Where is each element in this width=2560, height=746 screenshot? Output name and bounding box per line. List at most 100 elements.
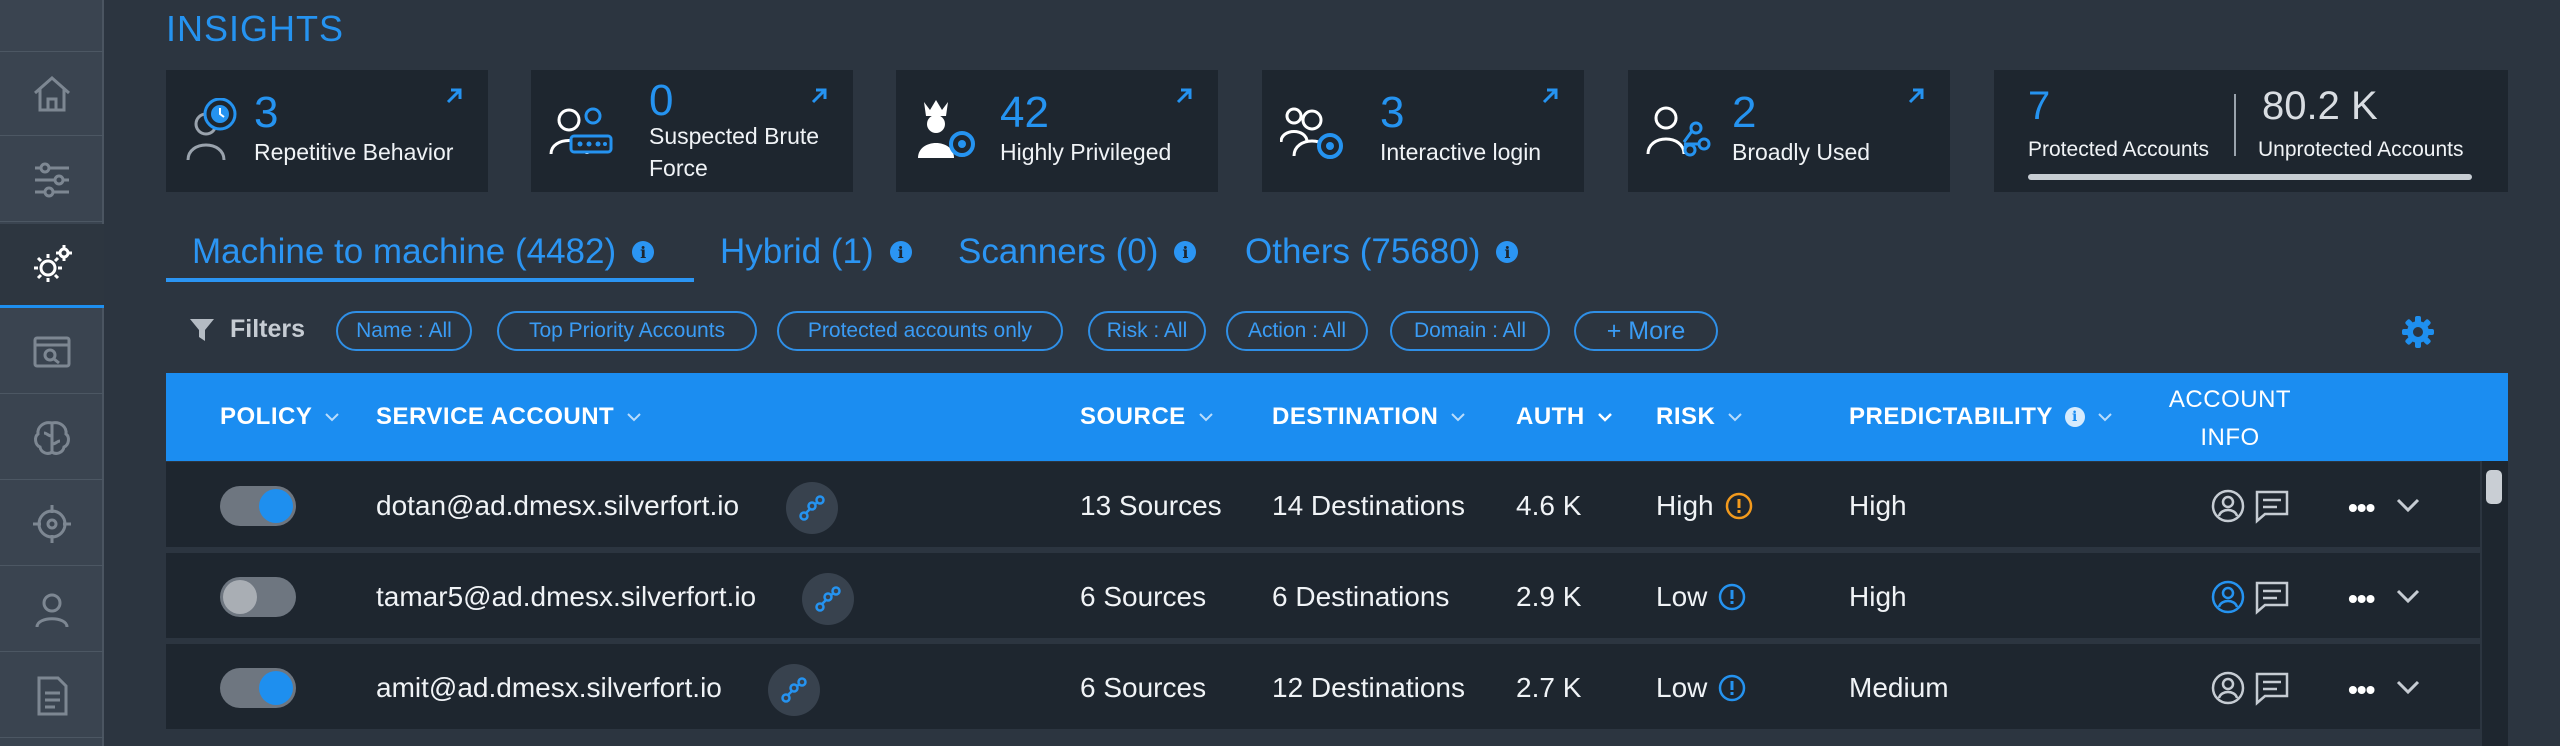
header-auth-label: AUTH [1516,403,1585,430]
privileged-user-icon [918,100,975,158]
tab-others[interactable]: Others (75680) i [1245,232,1519,272]
insight-value: 3 [1380,88,1405,137]
more-options-icon[interactable]: ••• [2348,674,2375,706]
info-icon[interactable]: i [1174,241,1197,263]
user-profile-icon[interactable] [2210,670,2246,706]
filters-text: Filters [230,315,306,343]
header-destination[interactable]: DESTINATION [1272,403,1466,431]
table-header: POLICY SERVICE ACCOUNT SOURCE DESTINATIO… [166,373,2508,461]
auth-count: 4.6 K [1516,490,1582,521]
filter-chip-action[interactable]: Action : All [1226,311,1368,351]
service-account-name[interactable]: tamar5@ad.dmesx.silverfort.io [376,553,756,641]
destination-count[interactable]: 14 Destinations [1272,462,1465,550]
table-row[interactable]: dotan@ad.dmesx.silverfort.io 13 Sources … [166,462,2480,550]
protection-summary-card: 7 Protected Accounts 80.2 K Unprotected … [1994,70,2508,192]
chevron-down-icon [1597,413,1612,422]
chevron-down-icon[interactable] [2394,678,2422,698]
broadly-used-user-icon [1646,106,1711,157]
predictability-level: High [1849,490,1907,521]
risk-level: High [1656,490,1714,521]
active-tab-underline [166,278,694,282]
interactive-users-icon [1280,107,1343,159]
protection-progress-bar [2028,174,2472,180]
destination-count[interactable]: 6 Destinations [1272,553,1449,641]
tab-hybrid[interactable]: Hybrid (1) i [720,232,912,272]
destination-count[interactable]: 12 Destinations [1272,644,1465,732]
info-icon[interactable]: i [889,241,912,263]
expand-arrow-icon[interactable] [807,84,831,108]
header-predictability[interactable]: PREDICTABILITY i [1849,403,2113,431]
more-options-icon[interactable]: ••• [2348,492,2375,524]
table-row[interactable]: tamar5@ad.dmesx.silverfort.io 6 Sources … [166,553,2480,641]
tab-label: Machine to machine (4482) [192,232,617,271]
comment-icon[interactable] [2254,488,2290,524]
tab-label: Hybrid (1) [720,232,874,271]
header-destination-label: DESTINATION [1272,403,1439,430]
sidebar-item-top[interactable] [0,0,104,52]
auth-count: 2.9 K [1516,581,1582,612]
sidebar-item-settings-sliders[interactable] [0,138,104,222]
chevron-down-icon [1198,413,1213,422]
chevron-down-icon[interactable] [2394,587,2422,607]
sidebar-item-users[interactable] [0,568,104,652]
expand-arrow-icon[interactable] [1904,84,1928,108]
comment-icon[interactable] [2254,670,2290,706]
sidebar-item-home[interactable] [0,52,104,136]
user-profile-icon[interactable] [2210,579,2246,615]
filter-more-button[interactable]: + More [1574,311,1718,351]
risk-high-alert-icon[interactable] [1724,491,1754,521]
tab-scanners[interactable]: Scanners (0) i [958,232,1197,272]
source-count[interactable]: 6 Sources [1080,644,1206,732]
service-account-name[interactable]: dotan@ad.dmesx.silverfort.io [376,462,739,550]
insight-card-highly-privileged[interactable]: 42 Highly Privileged [896,70,1218,192]
more-options-icon[interactable]: ••• [2348,583,2375,615]
insight-label: Repetitive Behavior [254,139,454,165]
header-auth[interactable]: AUTH [1516,403,1613,431]
graph-button[interactable] [802,573,854,625]
risk-low-info-icon[interactable] [1717,673,1747,703]
policy-toggle[interactable] [220,486,296,526]
sidebar-item-browse[interactable] [0,310,104,394]
insight-card-brute-force[interactable]: 0 Suspected Brute Force [531,70,853,192]
graph-button[interactable] [786,482,838,534]
filter-chip-top-priority[interactable]: Top Priority Accounts [497,311,757,351]
risk-low-info-icon[interactable] [1717,582,1747,612]
policy-toggle[interactable] [220,668,296,708]
insight-card-interactive-login[interactable]: 3 Interactive login [1262,70,1584,192]
card-divider [2234,94,2236,156]
policy-toggle[interactable] [220,577,296,617]
info-icon[interactable]: i [2064,407,2085,427]
sidebar-item-service-accounts[interactable] [0,224,104,308]
info-icon[interactable]: i [632,241,655,263]
comment-icon[interactable] [2254,579,2290,615]
insight-card-repetitive-behavior[interactable]: 3 Repetitive Behavior [166,70,488,192]
settings-gear-icon[interactable] [2400,314,2436,350]
sidebar-item-brain[interactable] [0,396,104,480]
chevron-down-icon[interactable] [2394,496,2422,516]
table-row[interactable]: amit@ad.dmesx.silverfort.io 6 Sources 12… [166,644,2480,732]
service-account-name[interactable]: amit@ad.dmesx.silverfort.io [376,644,722,732]
user-profile-icon[interactable] [2210,488,2246,524]
source-count[interactable]: 13 Sources [1080,462,1222,550]
graph-button[interactable] [768,664,820,716]
header-risk[interactable]: RISK [1656,403,1743,431]
header-service-account[interactable]: SERVICE ACCOUNT [376,403,642,431]
sidebar-item-reports[interactable] [0,654,104,738]
sidebar-item-target[interactable] [0,482,104,566]
tab-machine-to-machine[interactable]: Machine to machine (4482) i [192,232,655,272]
insight-card-broadly-used[interactable]: 2 Broadly Used [1628,70,1950,192]
filter-chip-protected-only[interactable]: Protected accounts only [777,311,1063,351]
filter-chip-domain[interactable]: Domain : All [1390,311,1550,351]
header-predictability-label: PREDICTABILITY [1849,403,2053,430]
expand-arrow-icon[interactable] [1538,84,1562,108]
table-scrollbar-thumb[interactable] [2486,470,2502,504]
expand-arrow-icon[interactable] [1172,84,1196,108]
home-icon [34,75,70,111]
info-icon[interactable]: i [1496,241,1519,263]
source-count[interactable]: 6 Sources [1080,553,1206,641]
filter-chip-risk[interactable]: Risk : All [1088,311,1206,351]
header-source[interactable]: SOURCE [1080,403,1214,431]
expand-arrow-icon[interactable] [442,84,466,108]
filter-chip-name[interactable]: Name : All [336,311,472,351]
header-policy[interactable]: POLICY [220,403,340,431]
